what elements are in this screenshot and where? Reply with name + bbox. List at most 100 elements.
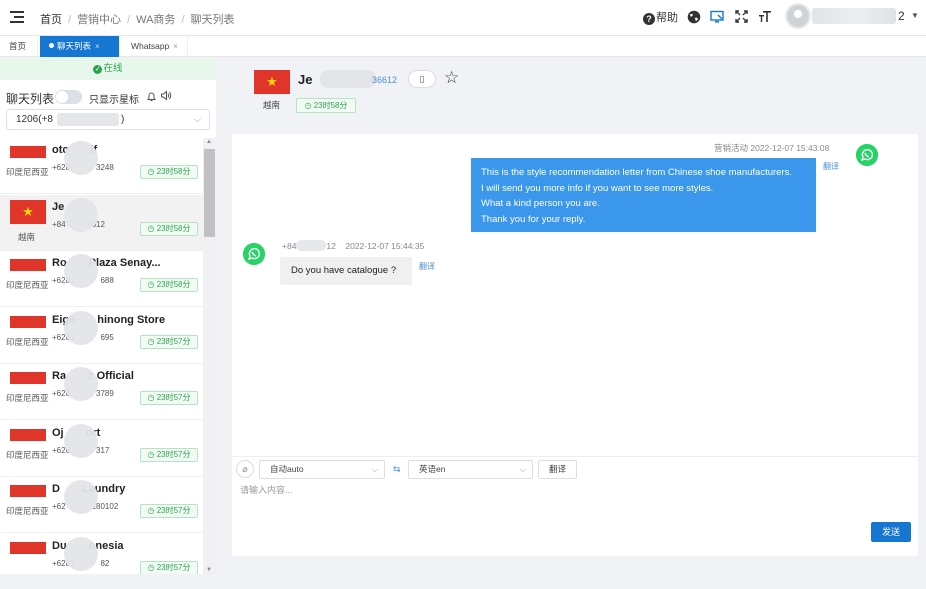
chat-sidebar: ✓在线 聊天列表 只显示星标 1206(+8 ) ⌵ 印度尼西亚otcif+62… <box>0 58 216 574</box>
swap-icon[interactable]: ⇆ <box>393 464 401 475</box>
chat-timer-text: 23时57分 <box>156 506 191 515</box>
account-select[interactable]: 1206(+8 ) ⌵ <box>6 109 210 130</box>
check-circle-icon: ✓ <box>93 65 103 74</box>
bookmark-icon: ▯ <box>419 74 425 84</box>
chat-list-item[interactable]: 印度尼西亚 D Laundry +62 180102 ◷ 23时57分 <box>0 477 203 533</box>
chevron-down-icon: ⌵ <box>371 465 378 474</box>
clock-icon: ◷ <box>147 167 157 176</box>
breadcrumb: 首页 / 营销中心 / WA商务 / 聊天列表 <box>40 14 235 26</box>
clock-icon: ◷ <box>147 280 157 289</box>
paperclip-icon[interactable]: ⌀ <box>236 460 254 478</box>
chat-phone-end: 3248 <box>96 163 114 172</box>
clock-icon: ◷ <box>147 393 157 402</box>
chat-phone-start: +62 <box>52 502 66 511</box>
indonesia-flag-icon <box>10 259 46 271</box>
chat-timer: ◷ 23时57分 <box>140 504 198 518</box>
clock-icon: ◷ <box>147 336 157 346</box>
chat-phone-end: 688 <box>100 276 114 285</box>
target-language-select[interactable]: 英语en ⌵ <box>408 460 533 479</box>
scrollbar-thumb[interactable] <box>204 149 215 237</box>
incoming-message-meta: +84 12 2022-12-07 15:44:35 <box>282 240 425 251</box>
indonesia-flag-icon <box>10 315 46 328</box>
tab-chat-list[interactable]: 聊天列表 × <box>40 36 120 57</box>
font-size-icon[interactable] <box>758 10 772 26</box>
user-name-redacted <box>812 8 896 24</box>
chat-country: 印度尼西亚 <box>6 167 49 177</box>
redacted-blur <box>64 367 98 401</box>
chat-country: 印度尼西亚 <box>6 280 49 290</box>
chat-timer: ◷ 23时57分 <box>140 560 198 574</box>
vietnam-flag-icon: ★ <box>254 70 290 94</box>
translate-incoming-link[interactable]: 翻译 <box>419 261 435 272</box>
chat-country: 越南 <box>18 231 36 242</box>
chat-phone-start: +84 <box>52 219 66 229</box>
redacted-blur <box>64 254 98 288</box>
chat-name-start: D <box>52 483 60 495</box>
chat-list-item[interactable]: 印度尼西亚otcif+6283248◷ 23时58分 <box>0 138 203 194</box>
scroll-down-icon[interactable]: ▼ <box>206 567 212 573</box>
redacted-blur <box>64 480 98 514</box>
chat-timer: ◷ 23时57分 <box>140 391 198 405</box>
menu-toggle-icon[interactable] <box>10 10 24 24</box>
tab-home[interactable]: 首页 <box>0 36 38 57</box>
user-name[interactable]: 2 <box>898 9 905 23</box>
redacted-blur <box>64 197 98 232</box>
breadcrumb-marketing[interactable]: 营销中心 <box>77 14 121 26</box>
chat-country: 印度尼西亚 <box>6 336 49 347</box>
indonesia-flag-icon <box>10 146 46 158</box>
translate-button[interactable]: 翻译 <box>538 460 577 479</box>
chat-list-item[interactable]: 印度尼西亚Ojort+626317◷ 23时57分 <box>0 420 203 477</box>
chat-country: 印度尼西亚 <box>6 506 49 516</box>
top-header: 首页 / 营销中心 / WA商务 / 聊天列表 ? 帮助 2 ▼ <box>0 0 926 36</box>
contact-phone: 36612 <box>372 75 398 85</box>
chat-timer: ◷ 23时57分 <box>140 334 198 349</box>
chat-list-item[interactable]: 印度尼西亚 Ra z Official +628 3789 ◷ 23时57分 <box>0 364 203 420</box>
send-button[interactable]: 发送 <box>871 522 911 542</box>
chat-list-item[interactable]: ★ 越南 Je +84 612 ◷ 23时58分 <box>0 194 203 251</box>
tab-bar: 首页 聊天列表 × Whatsapp × <box>0 36 926 57</box>
chat-country: 印度尼西亚 <box>6 449 49 460</box>
message-input[interactable] <box>240 483 900 523</box>
contact-redacted <box>320 70 376 88</box>
clock-icon: ◷ <box>147 223 157 233</box>
close-icon[interactable]: × <box>95 42 100 51</box>
redacted-blur <box>64 141 98 175</box>
translate-outgoing-link[interactable]: 翻译 <box>823 161 839 172</box>
contact-country: 越南 <box>263 100 281 110</box>
outgoing-message-meta: 营销活动 2022-12-07 15:43:08 <box>714 143 830 153</box>
fullscreen-icon[interactable] <box>735 10 748 26</box>
close-icon[interactable]: × <box>173 42 178 51</box>
clock-icon: ◷ <box>147 562 157 572</box>
chat-list-item[interactable]: Du onesia +6281 82 ◷ 23时57分 <box>0 533 203 574</box>
chat-list-item[interactable]: 印度尼西亚 Ro Plaza Senay... +6281 688 ◷ 23时58分 <box>0 251 203 307</box>
scroll-up-icon[interactable]: ▲ <box>206 139 212 145</box>
speaker-icon[interactable] <box>160 90 172 104</box>
chevron-down-icon[interactable]: ▼ <box>911 11 919 20</box>
breadcrumb-home[interactable]: 首页 <box>40 14 62 26</box>
outgoing-message-bubble: This is the style recommendation letter … <box>471 158 816 232</box>
chat-list-item[interactable]: 印度尼西亚 Eige hinong Store +6281 695 ◷ 23时57分 <box>0 307 203 364</box>
star-only-label: 只显示星标 <box>89 95 139 106</box>
chat-list-scrollbar[interactable]: ▲ ▼ <box>203 138 216 574</box>
chat-timer-text: 23时58分 <box>156 280 191 289</box>
bookmark-button[interactable]: ▯ <box>408 70 436 88</box>
globe-icon[interactable] <box>687 10 701 27</box>
screen-icon[interactable] <box>710 10 724 27</box>
chat-timer-text: 23时57分 <box>156 562 191 572</box>
breadcrumb-wa-business[interactable]: WA商务 <box>136 14 175 26</box>
bell-icon[interactable] <box>146 91 157 105</box>
chat-timer-text: 23时57分 <box>156 393 191 402</box>
chat-timer: ◷ 23时57分 <box>140 447 198 462</box>
star-icon[interactable]: ☆ <box>444 68 459 88</box>
avatar[interactable] <box>785 3 811 29</box>
source-language-select[interactable]: 自动auto ⌵ <box>259 460 385 479</box>
star-only-toggle[interactable] <box>55 90 82 104</box>
help-button[interactable]: ? 帮助 <box>643 9 678 25</box>
whatsapp-icon <box>856 144 878 166</box>
chat-timer: ◷ 23时58分 <box>140 278 198 292</box>
tab-whatsapp[interactable]: Whatsapp × <box>122 36 188 57</box>
chat-timer-text: 23时57分 <box>156 336 191 346</box>
chat-phone-end: 82 <box>100 558 110 568</box>
incoming-message-bubble: Do you have catalogue ? <box>280 257 412 285</box>
chat-name-start: Je <box>52 200 65 213</box>
